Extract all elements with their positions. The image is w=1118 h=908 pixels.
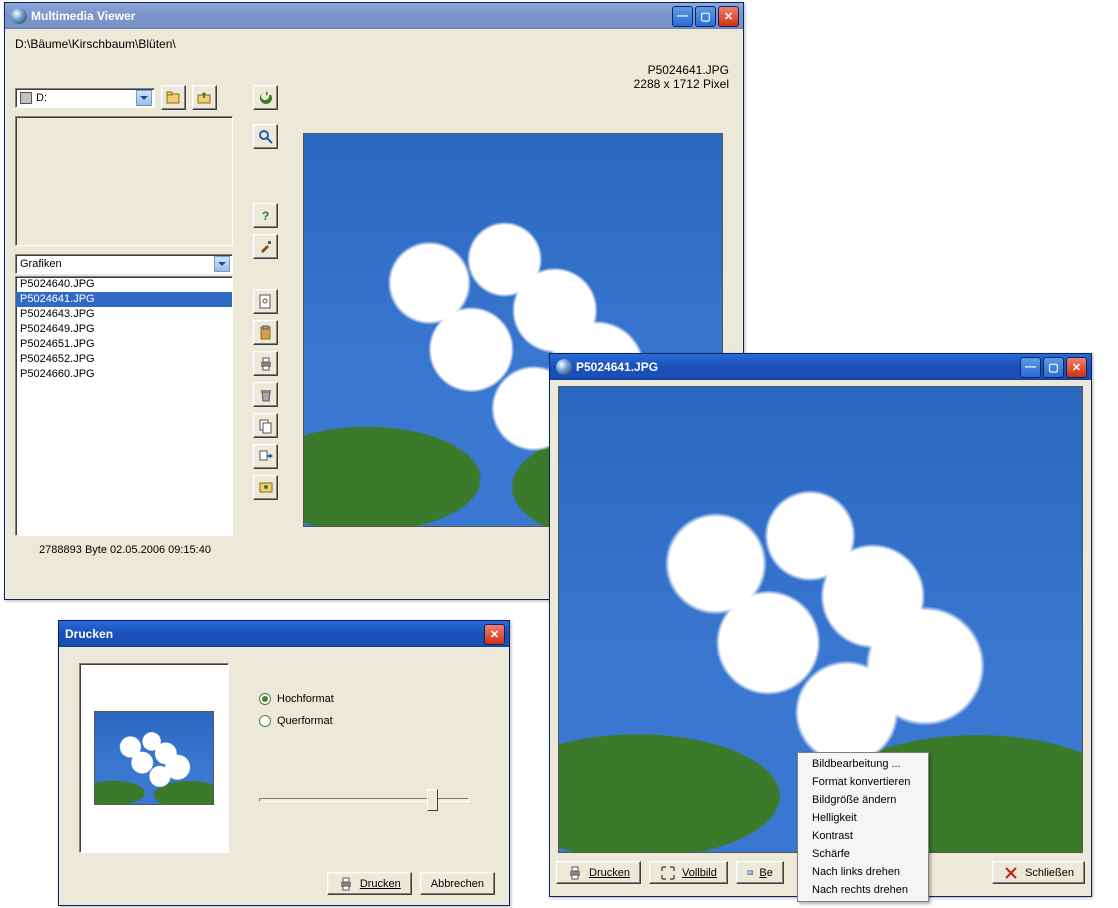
maximize-button[interactable]: ▢ — [1043, 357, 1064, 378]
print-confirm-button[interactable]: Drucken — [327, 872, 412, 895]
file-list-item[interactable]: P5024640.JPG — [16, 277, 232, 292]
print-titlebar[interactable]: Drucken ✕ — [59, 621, 509, 647]
preview-button[interactable] — [253, 289, 278, 314]
file-list-item[interactable]: P5024651.JPG — [16, 337, 232, 352]
context-menu[interactable]: Bildbearbeitung ...Format konvertierenBi… — [797, 752, 929, 902]
fullscreen-button[interactable]: Vollbild — [649, 861, 728, 884]
help-button[interactable]: ? — [253, 203, 278, 228]
context-menu-item[interactable]: Nach rechts drehen — [800, 881, 926, 899]
cancel-button[interactable]: Abbrechen — [420, 872, 495, 895]
radio-icon — [259, 693, 271, 705]
context-menu-item[interactable]: Helligkeit — [800, 809, 926, 827]
file-list-item[interactable]: P5024643.JPG — [16, 307, 232, 322]
status-text: 2788893 Byte 02.05.2006 09:15:40 — [15, 544, 235, 556]
edit-button[interactable]: Be — [736, 861, 784, 884]
zoom-slider[interactable] — [259, 787, 469, 813]
context-menu-item[interactable]: Bildbearbeitung ... — [800, 755, 926, 773]
folder-tree[interactable] — [15, 116, 233, 246]
viewer-titlebar[interactable]: Multimedia Viewer — ▢ ✕ — [5, 3, 743, 29]
app-icon — [11, 8, 27, 24]
image-dimensions: 2288 x 1712 Pixel — [634, 77, 729, 91]
path-text: D:\Bäume\Kirschbaum\Blüten\ — [15, 37, 737, 51]
minimize-button[interactable]: — — [1020, 357, 1041, 378]
print-confirm-label: Drucken — [360, 878, 401, 890]
landscape-radio[interactable]: Querformat — [259, 715, 489, 727]
file-list-item[interactable]: P5024649.JPG — [16, 322, 232, 337]
print-button[interactable] — [253, 351, 278, 376]
radio-icon — [259, 715, 271, 727]
minimize-button[interactable]: — — [672, 6, 693, 27]
paste-button[interactable] — [253, 320, 278, 345]
close-button[interactable]: ✕ — [484, 624, 505, 645]
viewer-title: Multimedia Viewer — [31, 9, 135, 23]
folder-up-button[interactable] — [192, 85, 217, 110]
portrait-label: Hochformat — [277, 693, 334, 705]
file-list-item[interactable]: P5024641.JPG — [16, 292, 232, 307]
image-window: P5024641.JPG — ▢ ✕ Drucken Vollbild Be S… — [549, 353, 1092, 897]
folder-new-button[interactable] — [161, 85, 186, 110]
refresh-button[interactable] — [253, 85, 278, 110]
context-menu-item[interactable]: Bildgröße ändern — [800, 791, 926, 809]
settings-button[interactable] — [253, 234, 278, 259]
page-preview — [79, 663, 229, 853]
maximize-button[interactable]: ▢ — [695, 6, 716, 27]
print-title: Drucken — [65, 627, 113, 641]
print-dialog: Drucken ✕ Hochformat Querformat — [58, 620, 510, 906]
page-preview-image — [94, 711, 214, 805]
close-button[interactable]: ✕ — [1066, 357, 1087, 378]
dropdown-arrow-icon[interactable] — [214, 256, 230, 272]
fullscreen-label: Vollbild — [682, 867, 717, 879]
move-button[interactable] — [253, 444, 278, 469]
context-menu-item[interactable]: Kontrast — [800, 827, 926, 845]
close-button[interactable]: ✕ — [718, 6, 739, 27]
file-list-item[interactable]: P5024652.JPG — [16, 352, 232, 367]
image-filename: P5024641.JPG — [634, 63, 729, 77]
copy-button[interactable] — [253, 413, 278, 438]
app-icon — [556, 359, 572, 375]
file-list-item[interactable]: P5024660.JPG — [16, 367, 232, 382]
drive-icon — [20, 92, 32, 104]
print-button[interactable]: Drucken — [556, 861, 641, 884]
file-list[interactable]: P5024640.JPGP5024641.JPGP5024643.JPGP502… — [15, 276, 233, 536]
close-label: Schließen — [1025, 867, 1074, 879]
slideshow-button[interactable] — [253, 475, 278, 500]
slider-thumb[interactable] — [427, 789, 438, 811]
svg-text:?: ? — [262, 209, 269, 223]
image-window-title: P5024641.JPG — [576, 360, 658, 374]
print-label: Drucken — [589, 867, 630, 879]
context-menu-item[interactable]: Schärfe — [800, 845, 926, 863]
cancel-label: Abbrechen — [431, 878, 484, 890]
close-button[interactable]: Schließen — [992, 861, 1085, 884]
delete-button[interactable] — [253, 382, 278, 407]
image-titlebar[interactable]: P5024641.JPG — ▢ ✕ — [550, 354, 1091, 380]
portrait-radio[interactable]: Hochformat — [259, 693, 489, 705]
context-menu-item[interactable]: Format konvertieren — [800, 773, 926, 791]
drive-value: D: — [36, 92, 47, 104]
context-menu-item[interactable]: Nach links drehen — [800, 863, 926, 881]
filter-value: Grafiken — [20, 258, 62, 270]
dropdown-arrow-icon[interactable] — [136, 90, 152, 106]
landscape-label: Querformat — [277, 715, 333, 727]
filter-dropdown[interactable]: Grafiken — [15, 254, 233, 274]
drive-dropdown[interactable]: D: — [15, 88, 155, 108]
zoom-button[interactable] — [253, 124, 278, 149]
